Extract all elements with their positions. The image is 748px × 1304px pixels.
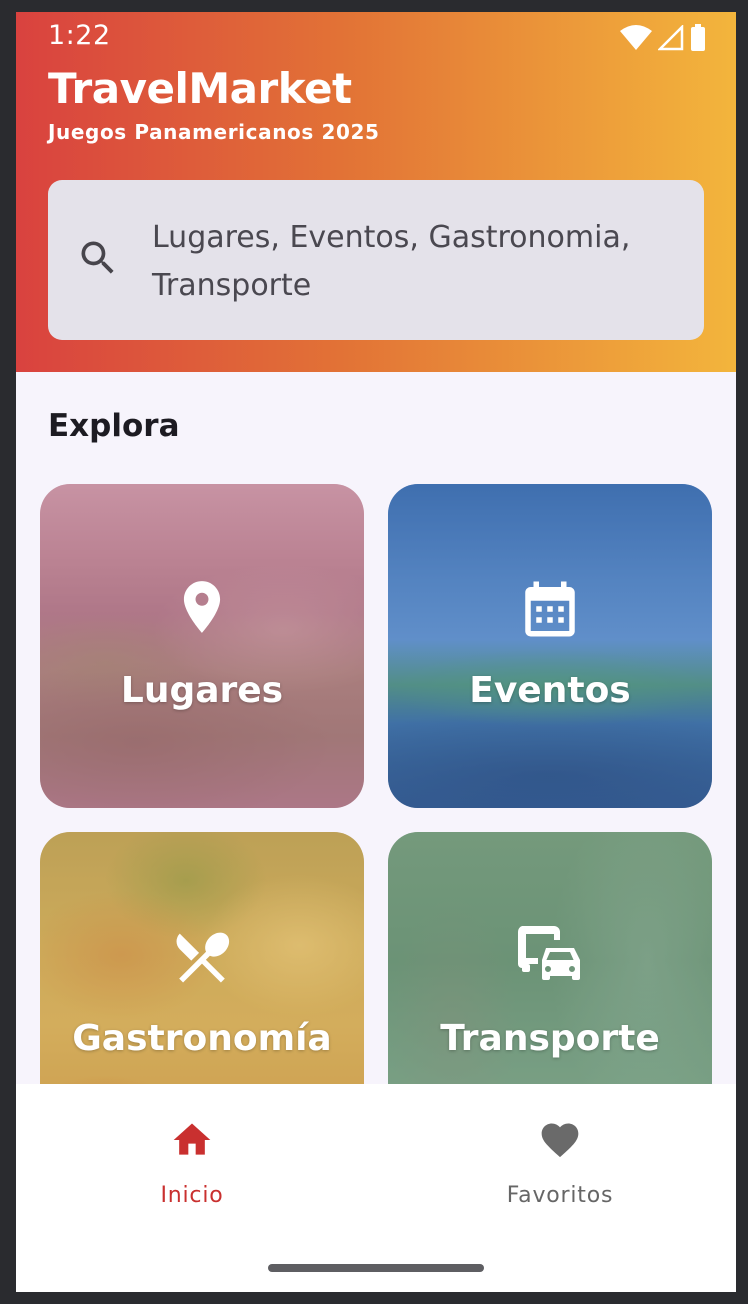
search-input[interactable]: Lugares, Eventos, Gastronomia, Transport…: [152, 214, 672, 310]
header: 1:22 TravelMarket Juegos Panamericanos 2…: [16, 12, 736, 372]
wifi-icon: [620, 25, 652, 56]
status-time: 1:22: [48, 20, 111, 51]
nav-item-favoritos[interactable]: Favoritos: [460, 1118, 660, 1208]
utensils-icon: [169, 924, 235, 995]
card-label: Lugares: [120, 670, 284, 711]
calendar-icon: [517, 576, 583, 647]
location-pin-icon: [171, 576, 233, 643]
home-indicator[interactable]: [268, 1264, 484, 1272]
search-bar[interactable]: Lugares, Eventos, Gastronomia, Transport…: [48, 180, 704, 340]
nav-label-favoritos: Favoritos: [506, 1183, 614, 1208]
bus-car-icon: [516, 924, 584, 989]
home-icon: [92, 1118, 292, 1167]
card-label: Transporte: [440, 1018, 660, 1059]
search-icon: [76, 236, 120, 285]
card-lugares[interactable]: Lugares: [40, 484, 364, 808]
status-bar: 1:22: [16, 12, 736, 60]
nav-label-inicio: Inicio: [160, 1183, 224, 1208]
nav-item-inicio[interactable]: Inicio: [92, 1118, 292, 1208]
app-title: TravelMarket: [48, 64, 352, 113]
signal-icon: [656, 23, 684, 56]
app-subtitle: Juegos Panamericanos 2025: [48, 120, 380, 144]
battery-icon: [690, 24, 706, 57]
card-eventos[interactable]: Eventos: [388, 484, 712, 808]
status-icons: [620, 23, 706, 57]
section-title: Explora: [48, 408, 180, 444]
card-label: Gastronomía: [72, 1018, 332, 1059]
bottom-navigation: Inicio Favoritos: [16, 1084, 736, 1292]
app-screen: 1:22 TravelMarket Juegos Panamericanos 2…: [16, 12, 736, 1292]
heart-icon: [460, 1118, 660, 1167]
card-label: Eventos: [469, 670, 631, 711]
